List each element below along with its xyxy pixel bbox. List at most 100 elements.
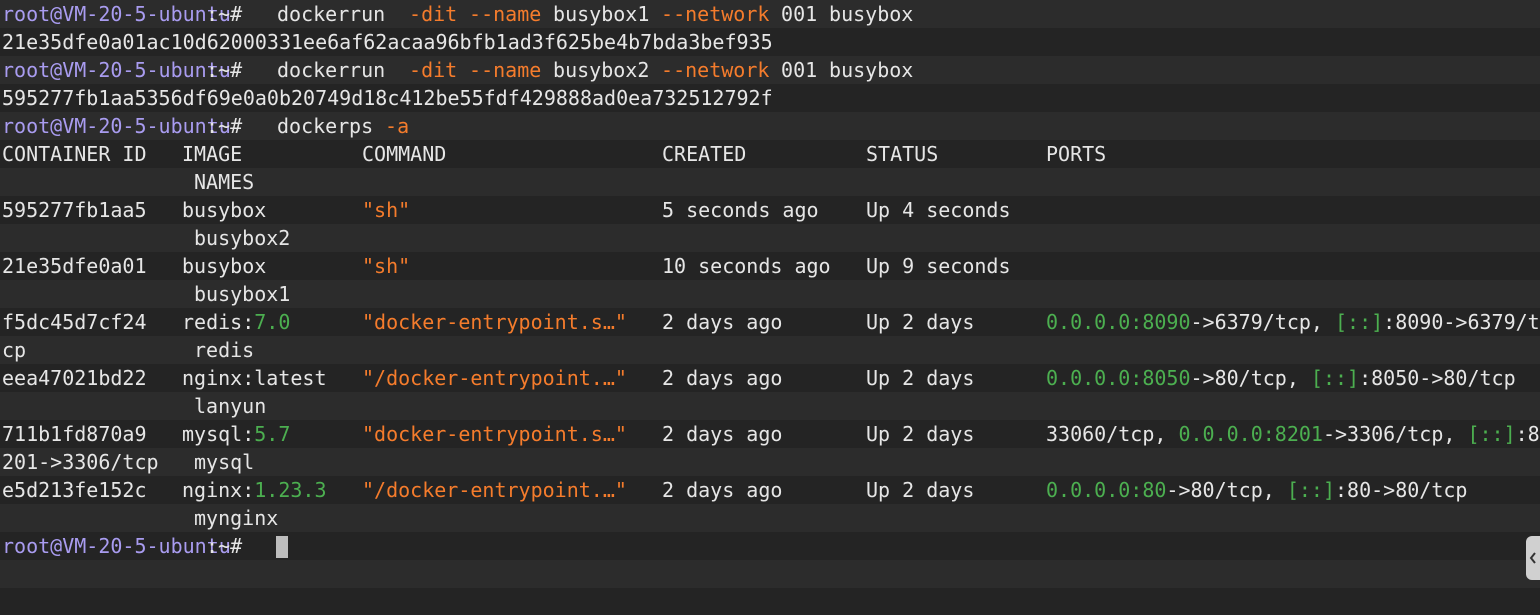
chevron-left-icon bbox=[1528, 546, 1538, 570]
container-id: f5dc45d7cf24 bbox=[2, 310, 147, 334]
command-flag: --name bbox=[457, 2, 542, 26]
container-created: 2 days ago bbox=[662, 366, 783, 390]
table-row-wrap: busybox2 bbox=[0, 224, 1540, 252]
table-row-wrap: mynginx bbox=[0, 504, 1540, 532]
command-word: busybox1 bbox=[541, 2, 650, 26]
terminal-cursor[interactable] bbox=[276, 536, 288, 558]
container-created: 2 days ago bbox=[662, 422, 783, 446]
table-row: 21e35dfe0a01 busybox "sh" 10 seconds ago… bbox=[0, 252, 1540, 280]
terminal-line-prompt[interactable]: root@VM-20-5-ubuntu:~# bbox=[0, 532, 1540, 560]
container-command: "/docker-entrypoint.…" bbox=[362, 366, 627, 390]
container-name: redis bbox=[194, 338, 255, 362]
table-row: 711b1fd870a9 mysql:5.7 "docker-entrypoin… bbox=[0, 420, 1540, 448]
command-word: ps bbox=[337, 114, 374, 138]
prompt-user-host: root@VM-20-5-ubuntu bbox=[2, 2, 231, 26]
table-row-wrap: lanyun bbox=[0, 392, 1540, 420]
command-flag: --name bbox=[457, 58, 542, 82]
terminal-window[interactable]: root@VM-20-5-ubuntu:~# docker run -dit -… bbox=[0, 0, 1540, 615]
container-name: busybox1 bbox=[194, 282, 291, 306]
ps-header-command: COMMAND bbox=[362, 142, 447, 166]
container-name: lanyun bbox=[194, 394, 267, 418]
terminal-empty-line bbox=[0, 560, 1540, 588]
table-row-wrap: cp redis bbox=[0, 336, 1540, 364]
command-word: run bbox=[337, 2, 386, 26]
command-flag: -dit bbox=[397, 58, 458, 82]
image-name: redis:7.0 bbox=[182, 310, 291, 334]
container-ports: 33060/tcp, 0.0.0.0:8201->3306/tcp, [::]:… bbox=[1046, 422, 1540, 446]
image-tag: 7.0 bbox=[254, 310, 291, 334]
container-name: mysql bbox=[194, 450, 255, 474]
container-command: "/docker-entrypoint.…" bbox=[362, 478, 627, 502]
prompt-path: :~# bbox=[206, 534, 243, 558]
ps-header-status: STATUS bbox=[866, 142, 939, 166]
ps-header-row-wrap: NAMES bbox=[0, 168, 1540, 196]
container-id: eea47021bd22 bbox=[2, 366, 147, 390]
image-tag: 1.23.3 bbox=[254, 478, 327, 502]
command-word: 001 bbox=[769, 2, 818, 26]
ps-header-ports: PORTS bbox=[1046, 142, 1107, 166]
side-panel-toggle-button[interactable] bbox=[1526, 536, 1540, 580]
terminal-line-output: 21e35dfe0a01ac10d62000331ee6af62acaa96bf… bbox=[0, 28, 1540, 56]
table-row-wrap: 201->3306/tcp mysql bbox=[0, 448, 1540, 476]
command-word: run bbox=[337, 58, 386, 82]
container-name: mynginx bbox=[194, 506, 279, 530]
command-word: busybox bbox=[817, 2, 914, 26]
container-id: 711b1fd870a9 bbox=[2, 422, 147, 446]
container-hash-output: 21e35dfe0a01ac10d62000331ee6af62acaa96bf… bbox=[2, 30, 773, 54]
terminal-line-command: root@VM-20-5-ubuntu:~# docker run -dit -… bbox=[0, 0, 1540, 28]
container-command: "docker-entrypoint.s…" bbox=[362, 422, 627, 446]
table-row: eea47021bd22 nginx:latest "/docker-entry… bbox=[0, 364, 1540, 392]
image-name: busybox bbox=[182, 198, 267, 222]
image-name: busybox bbox=[182, 254, 267, 278]
container-id: e5d213fe152c bbox=[2, 478, 147, 502]
container-hash-output: 595277fb1aa5356df69e0a0b20749d18c412be55… bbox=[2, 86, 773, 110]
container-status: Up 4 seconds bbox=[866, 198, 1011, 222]
image-name: mysql:5.7 bbox=[182, 422, 291, 446]
command-word: busybox bbox=[817, 58, 914, 82]
table-row-wrap: busybox1 bbox=[0, 280, 1540, 308]
command-flag: -a bbox=[373, 114, 410, 138]
terminal-line-command: root@VM-20-5-ubuntu:~# docker run -dit -… bbox=[0, 56, 1540, 84]
prompt-user-host: root@VM-20-5-ubuntu bbox=[2, 58, 231, 82]
container-created: 2 days ago bbox=[662, 478, 783, 502]
container-ports: 0.0.0.0:8090->6379/tcp, [::]:8090->6379/… bbox=[1046, 310, 1540, 334]
image-tag: 5.7 bbox=[254, 422, 291, 446]
container-status: Up 9 seconds bbox=[866, 254, 1011, 278]
ps-header-created: CREATED bbox=[662, 142, 747, 166]
terminal-line-output: 595277fb1aa5356df69e0a0b20749d18c412be55… bbox=[0, 84, 1540, 112]
prompt-path: :~# bbox=[206, 114, 243, 138]
table-row: 595277fb1aa5 busybox "sh" 5 seconds ago … bbox=[0, 196, 1540, 224]
terminal-empty-line bbox=[0, 588, 1540, 615]
container-ports-wrap: 201->3306/tcp bbox=[2, 450, 159, 474]
container-created: 2 days ago bbox=[662, 310, 783, 334]
command-word: 001 bbox=[769, 58, 818, 82]
prompt-path: :~# bbox=[206, 58, 243, 82]
container-id: 595277fb1aa5 bbox=[2, 198, 147, 222]
container-ports: 0.0.0.0:8050->80/tcp, [::]:8050->80/tcp bbox=[1046, 366, 1516, 390]
command-flag: -dit bbox=[397, 2, 458, 26]
prompt-user-host: root@VM-20-5-ubuntu bbox=[2, 534, 231, 558]
container-ports-wrap: cp bbox=[2, 338, 27, 362]
terminal-line-command: root@VM-20-5-ubuntu:~# docker ps -a bbox=[0, 112, 1540, 140]
ps-header-container-id: CONTAINER ID bbox=[2, 142, 147, 166]
image-name: nginx:1.23.3 bbox=[182, 478, 327, 502]
container-status: Up 2 days bbox=[866, 366, 975, 390]
prompt-path: :~# bbox=[206, 2, 243, 26]
command-flag: --network bbox=[649, 2, 770, 26]
container-status: Up 2 days bbox=[866, 422, 975, 446]
container-status: Up 2 days bbox=[866, 310, 975, 334]
prompt-user-host: root@VM-20-5-ubuntu bbox=[2, 114, 231, 138]
table-row: e5d213fe152c nginx:1.23.3 "/docker-entry… bbox=[0, 476, 1540, 504]
container-command: "sh" bbox=[362, 198, 411, 222]
container-ports: 0.0.0.0:80->80/tcp, [::]:80->80/tcp bbox=[1046, 478, 1468, 502]
command-word: busybox2 bbox=[541, 58, 650, 82]
container-command: "sh" bbox=[362, 254, 411, 278]
container-status: Up 2 days bbox=[866, 478, 975, 502]
container-created: 5 seconds ago bbox=[662, 198, 819, 222]
table-row: f5dc45d7cf24 redis:7.0 "docker-entrypoin… bbox=[0, 308, 1540, 336]
container-id: 21e35dfe0a01 bbox=[2, 254, 147, 278]
container-command: "docker-entrypoint.s…" bbox=[362, 310, 627, 334]
ps-header-row: CONTAINER ID IMAGE COMMAND CREATED STATU… bbox=[0, 140, 1540, 168]
image-name: nginx:latest bbox=[182, 366, 327, 390]
container-created: 10 seconds ago bbox=[662, 254, 831, 278]
